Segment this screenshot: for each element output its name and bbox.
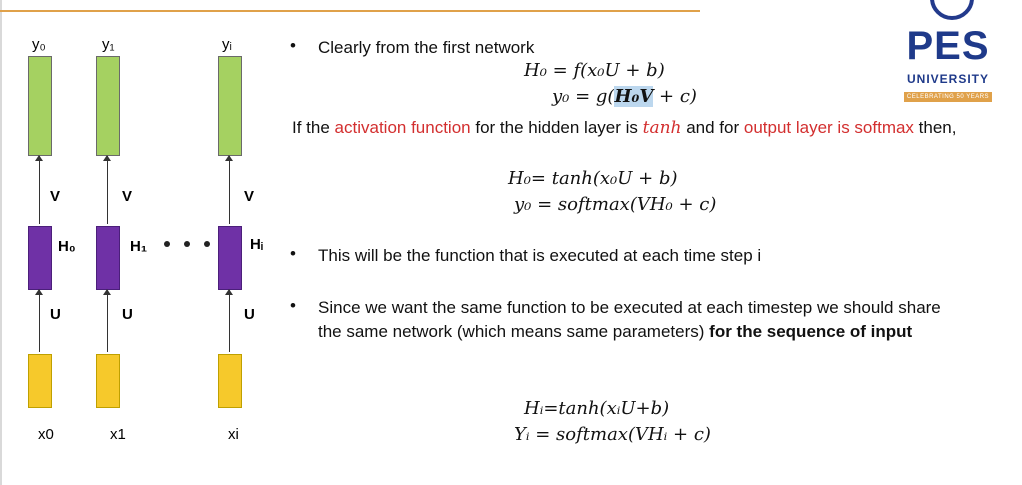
equation-2: y₀ = g(H₀V + c) [552,86,697,107]
weight-v-i: V [244,188,255,205]
activation-paragraph: If the activation function for the hidde… [292,118,957,138]
arrow-u-1 [103,289,111,352]
output-label-0: y₀ [32,36,46,53]
equation-6: Yᵢ = softmax(VHᵢ + c) [514,424,711,445]
bullet-mark-3: • [290,296,296,315]
logo-subtitle: UNIVERSITY [906,72,989,86]
input-block-1 [96,354,120,408]
equation-5: Hᵢ=tanh(xᵢU+b) [524,398,670,419]
input-label-i: xi [228,426,239,443]
bullet-mark-1: • [290,36,296,55]
logo-emblem-icon [930,0,974,20]
weight-u-i: U [244,306,255,323]
input-block-0 [28,354,52,408]
input-label-1: x1 [110,426,126,443]
hidden-label-i: Hᵢ [250,236,263,253]
input-block-i [218,354,242,408]
bullet-text-1: Clearly from the first network [318,38,535,57]
logo-wordmark: PES [906,24,990,68]
output-block-i [218,56,242,156]
weight-u-1: U [122,306,133,323]
output-block-1 [96,56,120,156]
rnn-diagram: y₀ V H₀ U x0 y₁ V H₁ U x1 yᵢ V Hᵢ U xi [0,0,280,485]
ellipsis-dot-3 [204,241,210,247]
arrow-u-0 [35,289,43,352]
weight-v-1: V [122,188,133,205]
weight-u-0: U [50,306,61,323]
pes-university-logo: PES UNIVERSITY CELEBRATING 50 YEARS [900,0,996,110]
arrow-v-0 [35,155,43,224]
output-label-1: y₁ [102,36,115,53]
highlighted-term: H₀V [614,86,654,107]
arrow-u-i [225,289,233,352]
hidden-block-0 [28,226,52,290]
bullet-mark-2: • [290,244,296,263]
equation-1: H₀ = f(x₀U + b) [524,60,665,81]
hidden-block-i [218,226,242,290]
hidden-label-1: H₁ [130,238,148,255]
output-block-0 [28,56,52,156]
hidden-label-0: H₀ [58,238,76,255]
arrow-v-1 [103,155,111,224]
equation-4: y₀ = softmax(VH₀ + c) [514,194,717,215]
logo-tagline: CELEBRATING 50 YEARS [904,92,992,102]
weight-v-0: V [50,188,61,205]
bullet-text-2: This will be the function that is execut… [318,246,762,265]
bullet-text-3: Since we want the same function to be ex… [318,298,941,341]
arrow-v-i [225,155,233,224]
equation-3: H₀= tanh(x₀U + b) [508,168,678,189]
hidden-block-1 [96,226,120,290]
output-label-i: yᵢ [222,36,232,53]
ellipsis-dot-2 [184,241,190,247]
ellipsis-dot-1 [164,241,170,247]
input-label-0: x0 [38,426,54,443]
